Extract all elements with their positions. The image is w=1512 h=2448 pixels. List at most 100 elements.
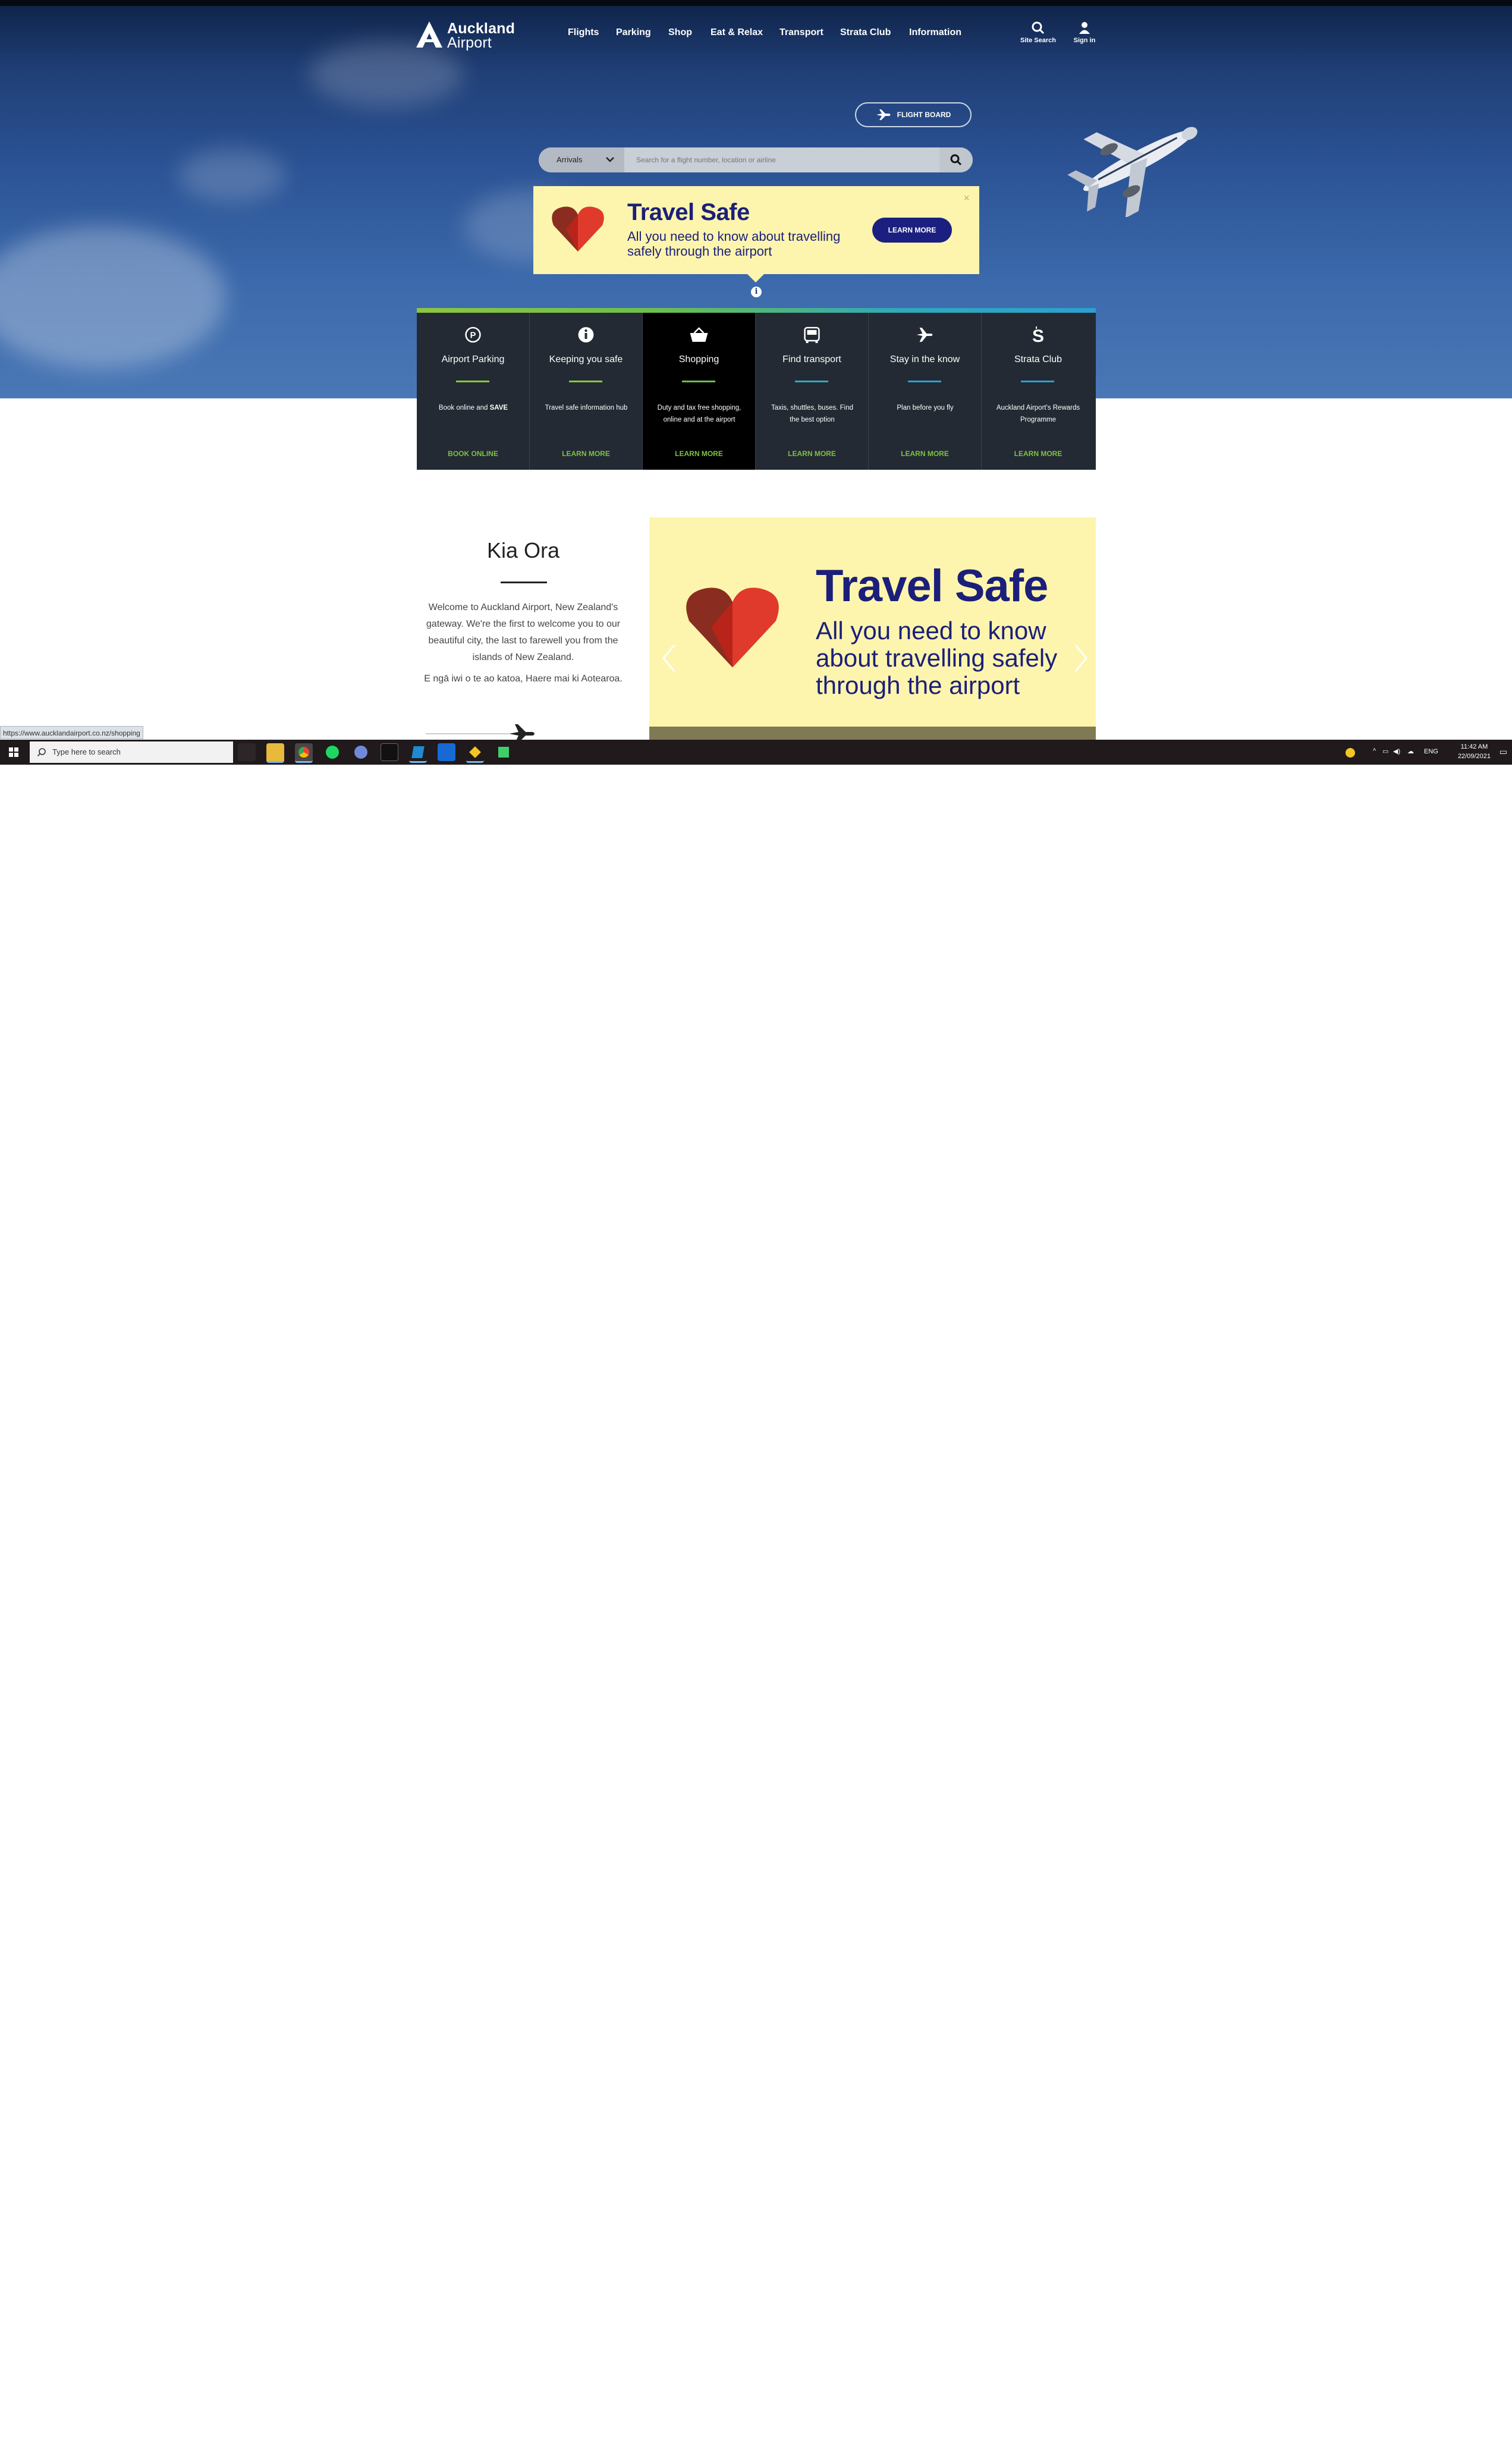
- auckland-airport-logo[interactable]: Auckland Airport: [416, 21, 515, 51]
- quick-link-cta[interactable]: LEARN MORE: [756, 450, 868, 458]
- kia-ora-divider: [501, 582, 547, 583]
- kia-ora-title: Kia Ora: [486, 538, 560, 562]
- carousel-prev-arrow-icon[interactable]: [661, 643, 677, 673]
- flight-board-button[interactable]: FLIGHT BOARD: [855, 102, 972, 127]
- task-view-icon[interactable]: [238, 743, 256, 761]
- quick-link-shopping[interactable]: Shopping Duty and tax free shopping, onl…: [643, 313, 756, 470]
- weather-icon[interactable]: [1346, 748, 1355, 758]
- sign-in-button[interactable]: Sign in: [1061, 21, 1108, 44]
- logo-text: Auckland Airport: [447, 20, 515, 51]
- quick-link-airport-parking[interactable]: P Airport Parking Book online and SAVE B…: [417, 313, 530, 470]
- taskbar-clock[interactable]: 11:42 AM 22/09/2021: [1458, 742, 1491, 761]
- quick-link-cta[interactable]: LEARN MORE: [643, 450, 755, 458]
- logo-line2: Airport: [447, 34, 492, 51]
- flight-search-input[interactable]: [624, 147, 939, 172]
- diamond-app-icon[interactable]: [466, 743, 484, 763]
- nav-flights[interactable]: Flights: [568, 27, 599, 38]
- nav-eat-relax[interactable]: Eat & Relax: [711, 27, 763, 38]
- info-icon: [578, 327, 594, 342]
- travel-safe-banner: Travel Safe All you need to know about t…: [533, 186, 979, 282]
- discord-icon[interactable]: [352, 743, 370, 761]
- flight-search-button[interactable]: [939, 147, 973, 172]
- quick-link-description: Book online and SAVE: [427, 402, 519, 414]
- notification-icon[interactable]: ▭: [1500, 747, 1507, 757]
- taskbar-search-box[interactable]: Type here to search: [30, 741, 233, 763]
- windows-start-icon[interactable]: [0, 740, 27, 765]
- green-app-icon[interactable]: [495, 743, 513, 761]
- nav-information[interactable]: Information: [909, 27, 961, 38]
- flight-mode-select[interactable]: Arrivals: [539, 147, 624, 172]
- search-icon: [37, 748, 46, 757]
- quick-links-panel: P Airport Parking Book online and SAVE B…: [417, 308, 1096, 470]
- nav-strata-club[interactable]: Strata Club: [840, 27, 891, 38]
- airplane-image: [1067, 127, 1197, 217]
- info-icon[interactable]: i: [751, 287, 762, 297]
- quick-link-cta[interactable]: LEARN MORE: [530, 450, 642, 458]
- quick-link-description: Duty and tax free shopping, online and a…: [657, 404, 741, 423]
- travel-safe-carousel: Travel Safe All you need to know about t…: [649, 517, 1096, 740]
- quick-link-cta[interactable]: BOOK ONLINE: [417, 450, 529, 458]
- quick-link-title: Strata Club: [1014, 354, 1063, 364]
- spotify-icon[interactable]: [323, 743, 341, 761]
- taskbar-search-placeholder: Type here to search: [52, 747, 121, 756]
- quick-link-strata-club[interactable]: S Strata Club Auckland Airport's Rewards…: [982, 313, 1095, 470]
- volume-icon[interactable]: ◀): [1393, 747, 1400, 755]
- quick-link-underline: [1021, 381, 1054, 382]
- chevron-down-icon: [606, 157, 614, 162]
- nav-shop[interactable]: Shop: [668, 27, 692, 38]
- quick-link-keeping-you-safe[interactable]: Keeping you safe Travel safe information…: [530, 313, 643, 470]
- quick-link-title: Keeping you safe: [549, 354, 623, 364]
- kia-ora-body: Welcome to Auckland Airport, New Zealand…: [426, 602, 621, 662]
- carousel-subtitle: All you need to know about travelling sa…: [816, 617, 1058, 699]
- logo-line1: Auckland: [447, 20, 515, 37]
- banner-learn-more-button[interactable]: LEARN MORE: [872, 218, 952, 243]
- ui-app-icon[interactable]: [438, 743, 455, 761]
- bus-icon: [804, 326, 820, 343]
- plane-icon: [916, 328, 933, 342]
- cloud-icon[interactable]: ☁: [1407, 747, 1414, 755]
- chrome-icon[interactable]: [295, 743, 313, 763]
- search-icon: [1032, 21, 1045, 34]
- flight-mode-value: Arrivals: [557, 155, 583, 164]
- carousel-next-arrow-icon[interactable]: [1073, 643, 1089, 673]
- cloud: [309, 42, 464, 107]
- site-search-button[interactable]: Site Search: [1014, 21, 1062, 44]
- cloud: [178, 149, 285, 202]
- quick-link-description: Plan before you fly: [897, 404, 954, 411]
- search-icon: [950, 154, 962, 166]
- quick-link-cta[interactable]: LEARN MORE: [982, 450, 1095, 458]
- quick-link-description: Travel safe information hub: [545, 404, 628, 411]
- cloud: [0, 226, 226, 369]
- quick-link-description: Auckland Airport's Rewards Programme: [996, 404, 1080, 423]
- file-explorer-icon[interactable]: [266, 743, 284, 763]
- banner-pointer: [747, 274, 764, 282]
- quick-link-find-transport[interactable]: Find transport Taxis, shuttles, buses. F…: [756, 313, 869, 470]
- flight-board-label: FLIGHT BOARD: [897, 111, 951, 119]
- network-icon[interactable]: ▭: [1382, 747, 1388, 755]
- system-tray: ^ ▭ ◀) ☁ ENG 11:42 AM 22/09/2021 ▭: [1334, 740, 1512, 765]
- user-icon: [1079, 22, 1090, 34]
- svg-text:S: S: [1032, 326, 1044, 344]
- plane-icon: [876, 109, 891, 120]
- tray-chevron-icon[interactable]: ^: [1373, 747, 1376, 755]
- svg-text:P: P: [470, 330, 476, 340]
- terminal-icon[interactable]: [381, 743, 398, 761]
- quick-link-title: Shopping: [678, 354, 719, 364]
- banner-close-button[interactable]: ×: [963, 192, 970, 205]
- quick-link-stay-in-the-know[interactable]: Stay in the know Plan before you fly LEA…: [869, 313, 982, 470]
- language-indicator[interactable]: ENG: [1424, 748, 1438, 755]
- status-bar-url: https://www.aucklandairport.co.nz/shoppi…: [0, 726, 143, 739]
- nav-parking[interactable]: Parking: [616, 27, 651, 38]
- quick-link-underline: [456, 381, 489, 382]
- quick-link-underline: [569, 381, 602, 382]
- site-search-label: Site Search: [1020, 37, 1056, 44]
- windows-taskbar: Type here to search ^ ▭ ◀) ☁ ENG 11:42 A…: [0, 740, 1512, 765]
- vscode-icon[interactable]: [409, 743, 427, 763]
- quick-link-title: Find transport: [782, 354, 841, 364]
- carousel-title: Travel Safe: [816, 561, 1048, 611]
- nav-transport[interactable]: Transport: [779, 27, 823, 38]
- quick-link-description: Taxis, shuttles, buses. Find the best op…: [771, 404, 854, 423]
- quick-link-underline: [908, 381, 941, 382]
- quick-link-title: Stay in the know: [889, 354, 960, 364]
- quick-link-cta[interactable]: LEARN MORE: [869, 450, 981, 458]
